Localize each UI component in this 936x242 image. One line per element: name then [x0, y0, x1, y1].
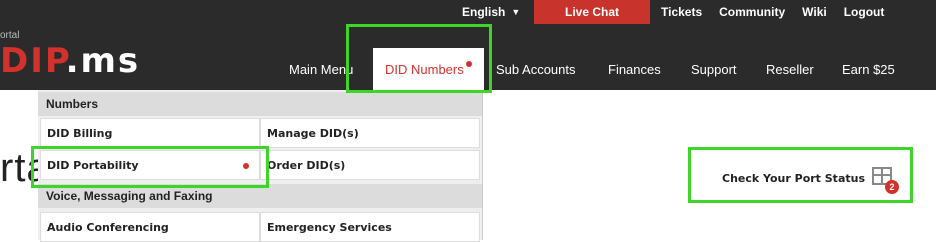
highlight-box [688, 147, 913, 203]
menu-item-order-dids[interactable]: Order DID(s) [260, 150, 480, 180]
logo-white-part: .ms [65, 41, 141, 81]
tickets-link[interactable]: Tickets [661, 5, 702, 19]
language-selector[interactable]: English ▼ [462, 0, 520, 24]
menu-item-audio-conferencing[interactable]: Audio Conferencing [40, 212, 260, 242]
menu-item-manage-dids[interactable]: Manage DID(s) [260, 118, 480, 148]
menu-item-did-billing[interactable]: DID Billing [40, 118, 260, 148]
language-label: English [462, 5, 506, 19]
nav-support[interactable]: Support [691, 48, 737, 90]
nav-main-menu[interactable]: Main Menu [289, 48, 353, 90]
nav-finances[interactable]: Finances [608, 48, 661, 90]
nav-sub-accounts[interactable]: Sub Accounts [496, 48, 576, 90]
nav-earn[interactable]: Earn $25 [842, 48, 895, 90]
logo[interactable]: DIP.ms [0, 44, 140, 78]
top-utility-links: Tickets Community Wiki Logout [661, 0, 901, 24]
menu-row: DID Billing Manage DID(s) [40, 118, 480, 148]
menu-item-emergency-services[interactable]: Emergency Services [260, 212, 480, 242]
chevron-down-icon: ▼ [511, 7, 521, 17]
live-chat-button[interactable]: Live Chat [534, 0, 650, 24]
logout-link[interactable]: Logout [844, 5, 885, 19]
highlight-box [346, 24, 492, 93]
highlight-box [31, 146, 269, 188]
wiki-link[interactable]: Wiki [802, 5, 827, 19]
nav-reseller[interactable]: Reseller [766, 48, 814, 90]
menu-row: Audio Conferencing Emergency Services [40, 212, 480, 242]
community-link[interactable]: Community [719, 5, 785, 19]
portal-label: ortal [0, 30, 20, 41]
section-numbers-header: Numbers [38, 92, 482, 116]
logo-red-part: DIP [0, 41, 66, 81]
